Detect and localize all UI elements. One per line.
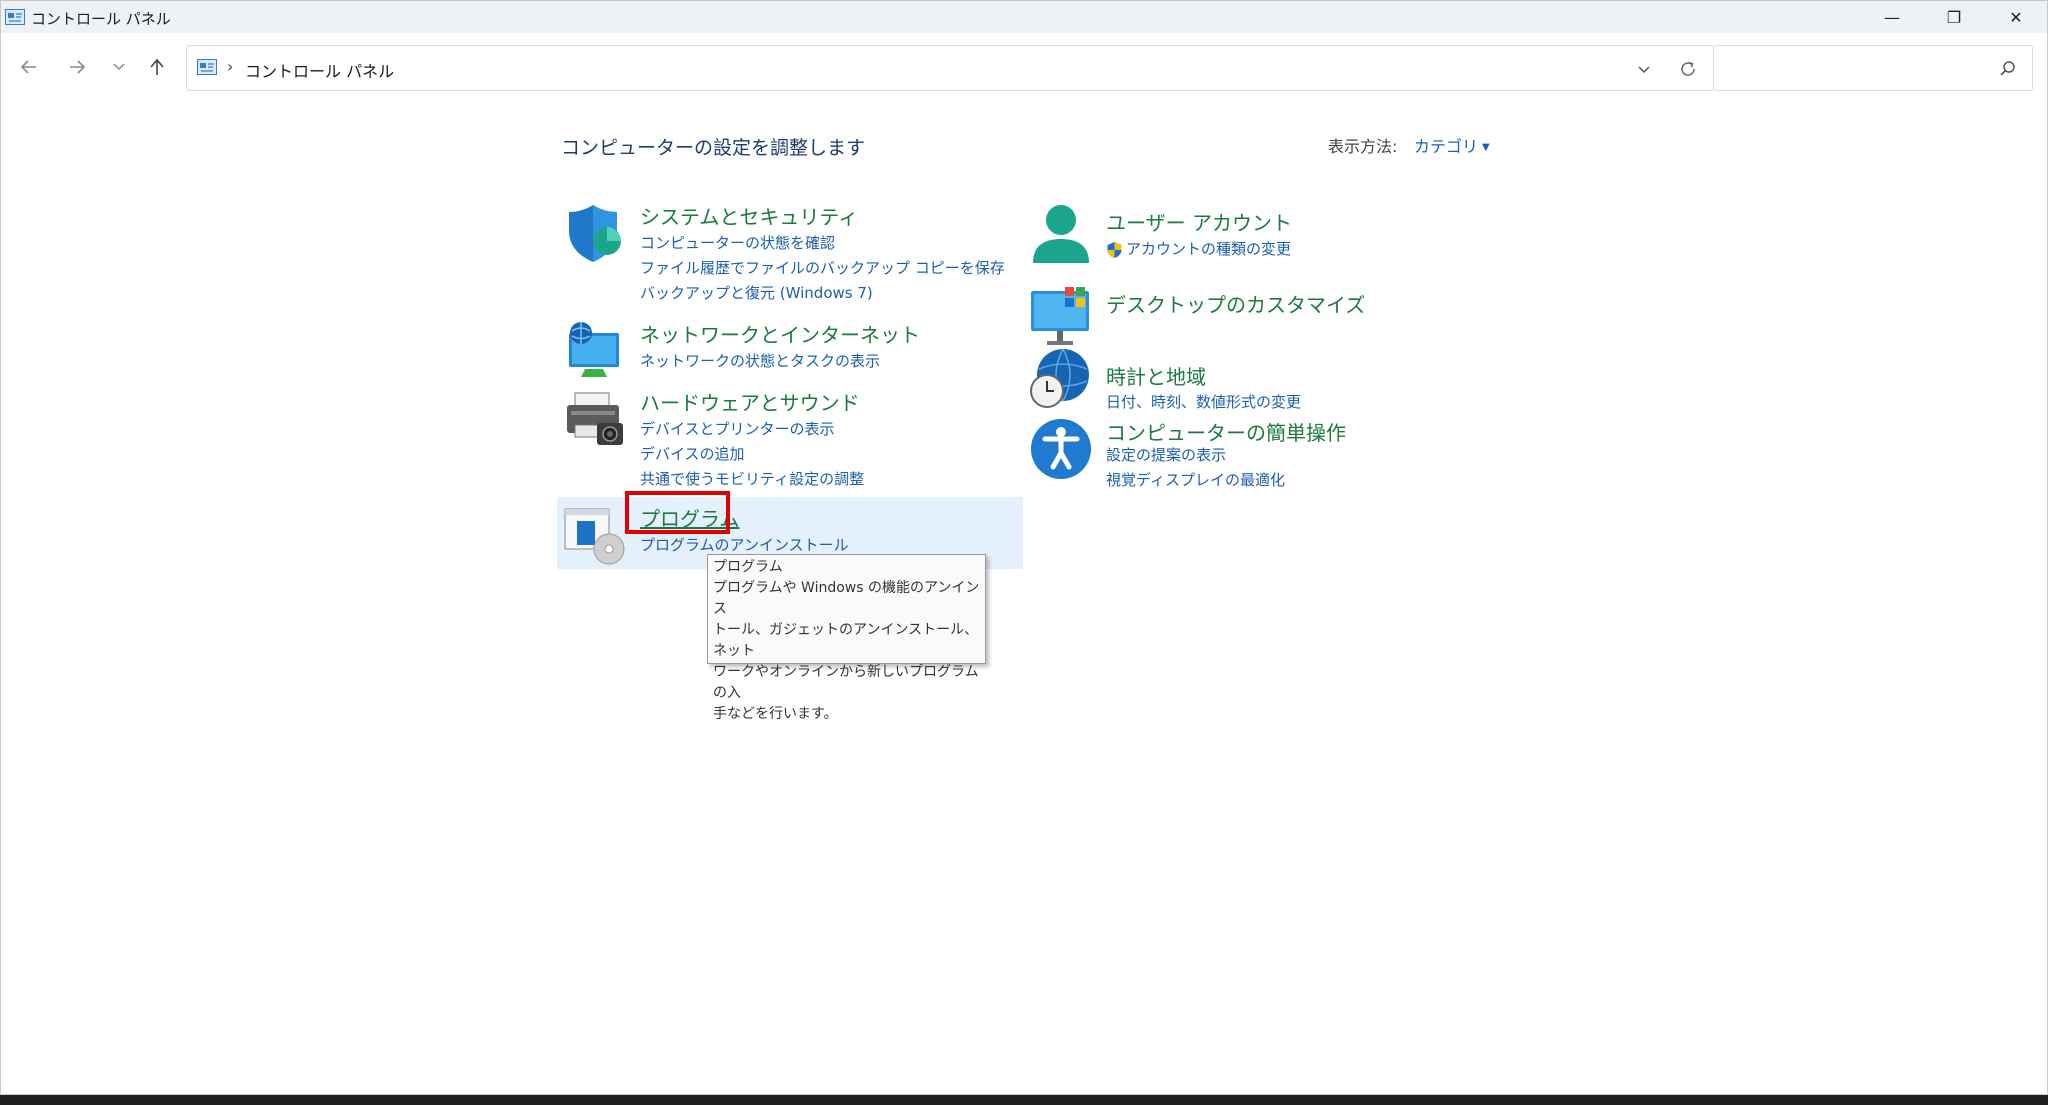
category-personalization: デスクトップのカスタマイズ <box>1029 285 1449 345</box>
link-change-account-type[interactable]: アカウントの種類の変更 <box>1106 237 1291 262</box>
link-backup-restore[interactable]: バックアップと復元 (Windows 7) <box>640 281 1005 306</box>
link-date-time-format[interactable]: 日付、時刻、数値形式の変更 <box>1106 390 1301 415</box>
arrow-up-icon <box>150 58 164 75</box>
category-title[interactable]: デスクトップのカスタマイズ <box>1106 289 1365 318</box>
caret-down-icon: ▼ <box>1482 142 1490 153</box>
arrow-left-icon <box>20 60 36 74</box>
category-user-accounts: ユーザー アカウント アカウントの種類の変更 <box>1029 203 1449 273</box>
control-panel-window: コントロール パネル — ❐ ✕ › コントロール パネル コンピューターの設定… <box>0 0 2048 1095</box>
back-button[interactable] <box>15 53 43 81</box>
refresh-icon <box>1681 61 1695 76</box>
category-system-security: システムとセキュリティ コンピューターの状態を確認 ファイル履歴でファイルのバッ… <box>563 201 1005 302</box>
tooltip-line: ワークやオンラインから新しいプログラムの入 <box>713 664 979 701</box>
address-bar[interactable]: › コントロール パネル <box>186 45 1714 91</box>
recent-locations-button[interactable] <box>105 53 133 81</box>
restore-icon: ❐ <box>1946 7 1962 27</box>
arrow-right-icon <box>70 60 86 74</box>
printer-icon <box>567 392 623 445</box>
taskbar-edge <box>0 1095 2048 1105</box>
accessibility-icon <box>1031 419 1091 479</box>
breadcrumb-separator: › <box>227 57 234 76</box>
close-icon: ✕ <box>2009 7 2023 27</box>
view-by-value: カテゴリ <box>1414 137 1479 156</box>
globe-clock-icon <box>1030 348 1089 408</box>
category-clock-region: 時計と地域 日付、時刻、数値形式の変更 <box>1029 347 1449 411</box>
annotation-highlight-box <box>625 491 730 534</box>
link-optimize-display[interactable]: 視覚ディスプレイの最適化 <box>1106 468 1285 493</box>
minimize-button[interactable]: — <box>1861 1 1923 33</box>
title-bar: コントロール パネル — ❐ ✕ <box>1 1 2047 33</box>
search-input[interactable] <box>1722 54 1982 82</box>
chevron-down-icon <box>113 63 125 71</box>
category-title[interactable]: システムとセキュリティ <box>640 201 858 230</box>
category-title[interactable]: ハードウェアとサウンド <box>640 387 860 416</box>
control-panel-icon <box>197 59 217 75</box>
address-history-button[interactable] <box>1633 58 1655 80</box>
control-panel-app-icon <box>5 9 25 25</box>
refresh-button[interactable] <box>1677 58 1699 80</box>
link-settings-suggestions[interactable]: 設定の提案の表示 <box>1106 443 1285 468</box>
tooltip-line: 手などを行います。 <box>713 706 838 722</box>
category-title[interactable]: コンピューターの簡単操作 <box>1106 417 1346 446</box>
breadcrumb-control-panel[interactable]: コントロール パネル <box>245 58 394 82</box>
page-title: コンピューターの設定を調整します <box>561 137 866 159</box>
main-content: コンピューターの設定を調整します 表示方法: カテゴリ ▼ システムとセキュリティ… <box>1 99 2047 1089</box>
close-button[interactable]: ✕ <box>1985 1 2047 33</box>
programs-icon <box>564 508 625 565</box>
tooltip-title: プログラム <box>713 559 783 575</box>
tooltip-line: トール、ガジェットのアンインストール、ネット <box>713 622 979 659</box>
programs-tooltip: プログラム プログラムや Windows の機能のアンインス トール、ガジェット… <box>707 554 986 722</box>
minimize-icon: — <box>1884 7 1900 27</box>
search-icon <box>2000 61 2015 76</box>
search-box[interactable] <box>1713 45 2033 91</box>
view-by-dropdown[interactable]: カテゴリ ▼ <box>1414 133 1490 157</box>
forward-button[interactable] <box>63 53 91 81</box>
category-title[interactable]: ユーザー アカウント <box>1106 207 1292 236</box>
tooltip-line: プログラムや Windows の機能のアンインス <box>713 580 980 617</box>
link-label: アカウントの種類の変更 <box>1126 240 1292 258</box>
link-check-status[interactable]: コンピューターの状態を確認 <box>640 231 1005 256</box>
uac-shield-icon <box>1107 242 1122 258</box>
link-file-history[interactable]: ファイル履歴でファイルのバックアップ コピーを保存 <box>640 256 1005 281</box>
link-add-device[interactable]: デバイスの追加 <box>640 442 864 467</box>
shield-icon <box>569 205 621 262</box>
category-ease-of-access: コンピューターの簡単操作 設定の提案の表示 視覚ディスプレイの最適化 <box>1029 417 1449 497</box>
link-devices-printers[interactable]: デバイスとプリンターの表示 <box>640 417 864 442</box>
category-title[interactable]: ネットワークとインターネット <box>640 319 920 348</box>
desktop-personalization-icon <box>1031 287 1089 345</box>
category-title[interactable]: 時計と地域 <box>1106 361 1206 390</box>
maximize-button[interactable]: ❐ <box>1923 1 1985 33</box>
window-title: コントロール パネル <box>31 10 171 28</box>
up-button[interactable] <box>143 53 171 81</box>
navigation-bar: › コントロール パネル <box>1 33 2047 99</box>
link-mobility-settings[interactable]: 共通で使うモビリティ設定の調整 <box>640 467 864 492</box>
view-by-label: 表示方法: <box>1328 137 1398 156</box>
category-hardware-sound: ハードウェアとサウンド デバイスとプリンターの表示 デバイスの追加 共通で使うモ… <box>563 387 983 488</box>
chevron-down-icon <box>1638 66 1650 74</box>
network-icon <box>569 322 619 377</box>
link-network-status[interactable]: ネットワークの状態とタスクの表示 <box>640 349 880 374</box>
category-network-internet: ネットワークとインターネット ネットワークの状態とタスクの表示 <box>563 319 983 379</box>
user-icon <box>1033 205 1089 263</box>
